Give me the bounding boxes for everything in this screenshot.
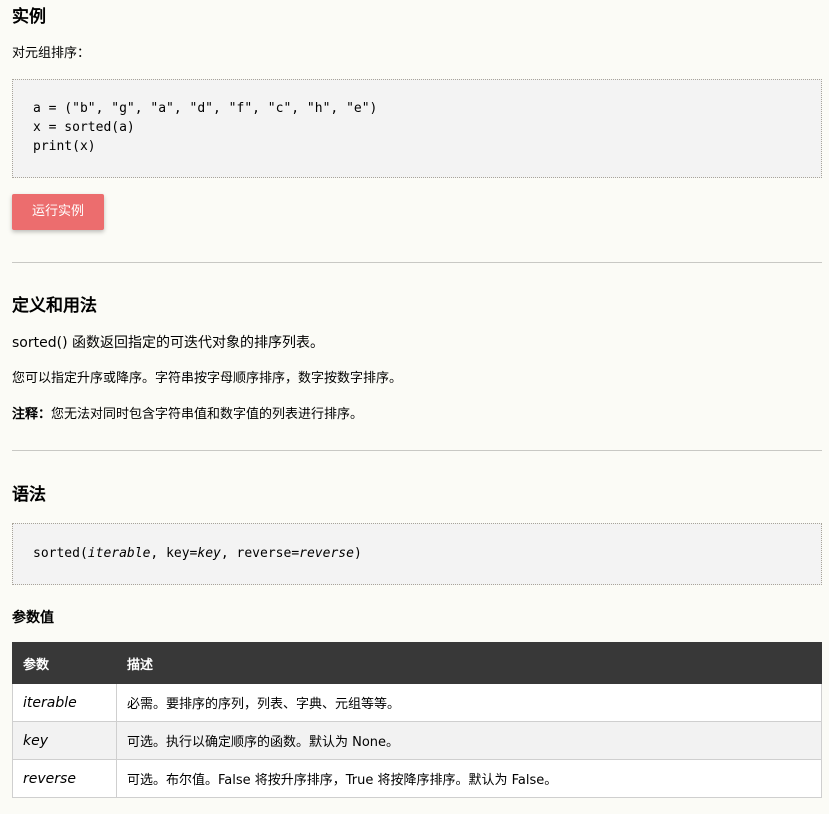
params-heading: 参数值: [12, 610, 54, 626]
note-text: 您无法对同时包含字符串值和数字值的列表进行排序。: [51, 407, 364, 422]
param-name: key: [12, 721, 117, 760]
divider: [12, 262, 822, 263]
definition-note: 注释：您无法对同时包含字符串值和数字值的列表进行排序。: [12, 406, 822, 424]
param-name: iterable: [12, 683, 117, 722]
table-row: reverse 可选。布尔值。False 将按升序排序，True 将按降序排序。…: [12, 759, 822, 798]
code-line: a = ("b", "g", "a", "d", "f", "c", "h", …: [33, 101, 378, 116]
table-header-row: 参数 描述: [12, 642, 822, 684]
param-name: reverse: [12, 759, 117, 798]
divider: [12, 450, 822, 451]
syntax-code-block: sorted(iterable, key=key, reverse=revers…: [12, 523, 822, 585]
example-heading: 实例: [12, 7, 46, 27]
run-example-button[interactable]: 运行实例: [12, 194, 104, 230]
definition-paragraph: sorted() 函数返回指定的可迭代对象的排序列表。: [12, 335, 324, 351]
syntax-heading: 语法: [12, 485, 46, 505]
syntax-fn: sorted(: [33, 546, 88, 561]
code-line: print(x): [33, 139, 96, 154]
code-line: x = sorted(a): [33, 120, 135, 135]
syntax-arg-reverse: reverse: [299, 546, 354, 561]
column-header-param: 参数: [12, 642, 117, 684]
syntax-sep: , reverse=: [220, 546, 300, 561]
syntax-close: ): [353, 546, 362, 561]
param-desc: 必需。要排序的序列，列表、字典、元组等等。: [116, 683, 822, 722]
definition-paragraph: 您可以指定升序或降序。字符串按字母顺序排序，数字按数字排序。: [12, 371, 403, 386]
definition-heading: 定义和用法: [12, 296, 97, 316]
example-intro: 对元组排序：: [12, 46, 91, 61]
table-row: iterable 必需。要排序的序列，列表、字典、元组等等。: [12, 683, 822, 722]
column-header-desc: 描述: [116, 642, 822, 684]
table-row: key 可选。执行以确定顺序的函数。默认为 None。: [12, 721, 822, 760]
syntax-arg-iterable: iterable: [87, 546, 151, 561]
syntax-sep: , key=: [150, 546, 198, 561]
page: 实例 对元组排序： a = ("b", "g", "a", "d", "f", …: [0, 0, 829, 798]
params-table: 参数 描述 iterable 必需。要排序的序列，列表、字典、元组等等。 key…: [12, 642, 822, 798]
syntax-arg-key: key: [197, 546, 221, 561]
param-desc: 可选。布尔值。False 将按升序排序，True 将按降序排序。默认为 Fals…: [116, 759, 822, 798]
param-desc: 可选。执行以确定顺序的函数。默认为 None。: [116, 721, 822, 760]
note-label: 注释：: [12, 407, 52, 422]
example-code-block: a = ("b", "g", "a", "d", "f", "c", "h", …: [12, 79, 822, 178]
